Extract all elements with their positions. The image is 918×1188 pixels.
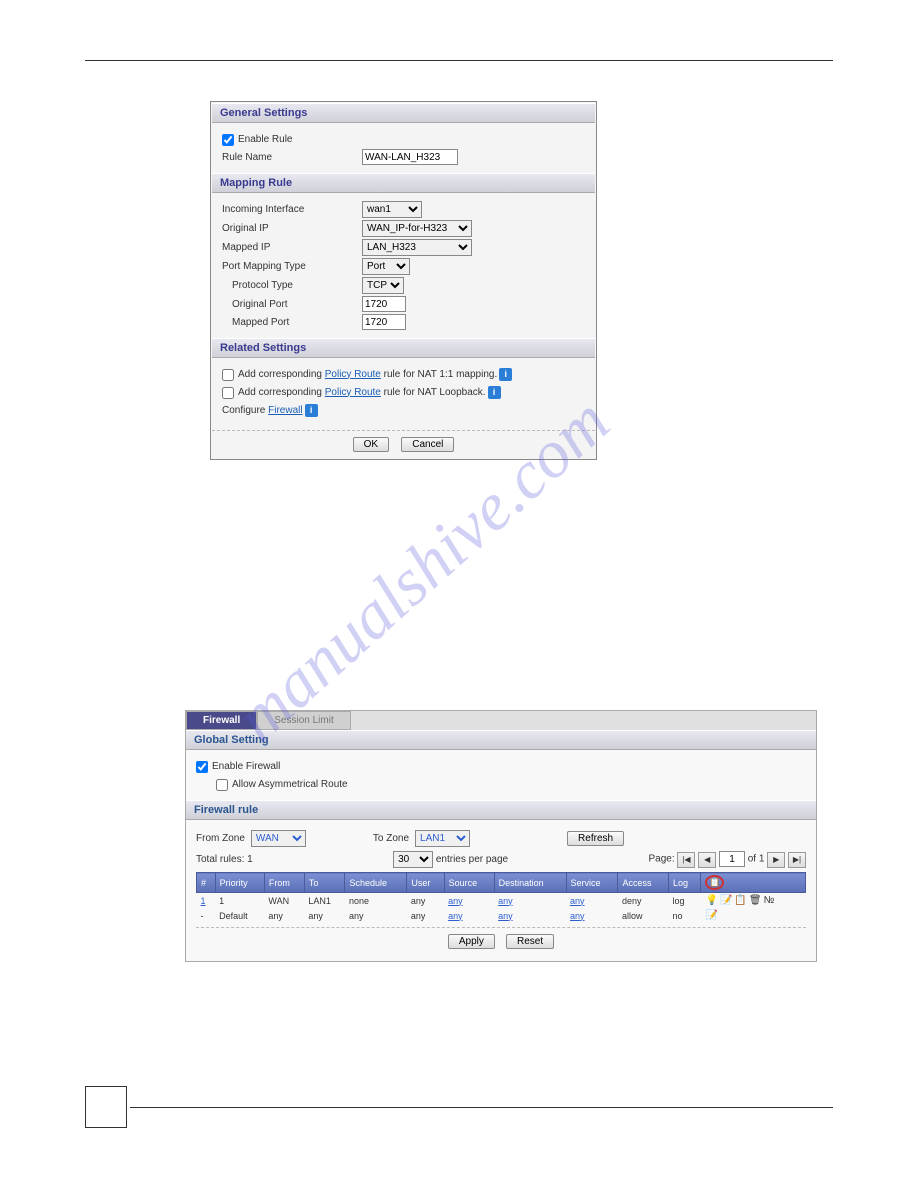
tab-firewall[interactable]: Firewall (186, 711, 257, 730)
delete-icon[interactable]: 🗑 (749, 895, 762, 906)
enable-rule-label: Enable Rule (238, 134, 292, 145)
nat11-suffix: rule for NAT 1:1 mapping. (384, 369, 498, 380)
bulb-icon[interactable]: 💡 (706, 895, 718, 906)
footer-rule (130, 1107, 833, 1108)
row-actions: 💡📝📋🗑№ (701, 893, 806, 909)
edit-icon[interactable]: 📝 (706, 910, 718, 921)
page-of-label: of 1 (748, 854, 765, 865)
add-nat11-checkbox[interactable] (222, 369, 234, 381)
mapped-port-label: Mapped Port (232, 317, 362, 328)
col-from[interactable]: From (264, 873, 304, 893)
mapped-ip-select[interactable]: LAN_H323 (362, 239, 472, 256)
col-actions: 📋 (701, 873, 806, 893)
pager-prev-icon[interactable]: ◀ (698, 852, 716, 868)
mapping-rule-header: Mapping Rule (212, 173, 595, 193)
original-ip-label: Original IP (222, 223, 362, 234)
add-loopback-label: Add corresponding (238, 387, 322, 398)
pager-first-icon[interactable]: |◀ (677, 852, 695, 868)
mapped-ip-label: Mapped IP (222, 242, 362, 253)
original-port-label: Original Port (232, 299, 362, 310)
footer-box (85, 1086, 127, 1128)
from-zone-select[interactable]: WAN (251, 830, 306, 847)
to-zone-label: To Zone (373, 833, 409, 844)
reset-button[interactable]: Reset (506, 934, 554, 949)
info-icon[interactable]: i (305, 404, 318, 417)
original-port-input[interactable] (362, 296, 406, 312)
incoming-interface-select[interactable]: wan1 (362, 201, 422, 218)
entries-per-page-select[interactable]: 30 (393, 851, 433, 868)
pager-next-icon[interactable]: ▶ (767, 852, 785, 868)
apply-button[interactable]: Apply (448, 934, 495, 949)
col-service[interactable]: Service (566, 873, 618, 893)
col-log[interactable]: Log (669, 873, 701, 893)
col-source[interactable]: Source (444, 873, 494, 893)
pager-last-icon[interactable]: ▶| (788, 852, 806, 868)
col-user[interactable]: User (407, 873, 444, 893)
add-loopback-checkbox[interactable] (222, 387, 234, 399)
cancel-button[interactable]: Cancel (401, 437, 454, 452)
firewall-rules-table: # Priority From To Schedule User Source … (196, 872, 806, 923)
col-priority[interactable]: Priority (215, 873, 264, 893)
info-icon[interactable]: i (499, 368, 512, 381)
configure-label: Configure (222, 405, 265, 416)
total-rules-label: Total rules: 1 (196, 854, 253, 865)
rule-name-label: Rule Name (222, 152, 362, 163)
allow-asymmetrical-label: Allow Asymmetrical Route (232, 779, 348, 790)
allow-asymmetrical-checkbox[interactable] (216, 779, 228, 791)
from-zone-label: From Zone (196, 833, 245, 844)
col-num[interactable]: # (197, 873, 216, 893)
col-to[interactable]: To (304, 873, 345, 893)
firewall-panel: Firewall Session Limit Global Setting En… (185, 710, 817, 962)
enable-firewall-label: Enable Firewall (212, 761, 280, 772)
port-mapping-type-label: Port Mapping Type (222, 261, 362, 272)
col-access[interactable]: Access (618, 873, 669, 893)
protocol-type-label: Protocol Type (232, 280, 362, 291)
add-nat11-label: Add corresponding (238, 369, 322, 380)
enable-rule-checkbox[interactable] (222, 134, 234, 146)
entries-per-page-label: entries per page (436, 854, 508, 865)
ok-button[interactable]: OK (353, 437, 389, 452)
col-schedule[interactable]: Schedule (345, 873, 407, 893)
related-settings-header: Related Settings (212, 338, 595, 358)
to-zone-select[interactable]: LAN1 (415, 830, 470, 847)
loopback-suffix: rule for NAT Loopback. (384, 387, 486, 398)
col-destination[interactable]: Destination (494, 873, 566, 893)
mapped-port-input[interactable] (362, 314, 406, 330)
global-setting-header: Global Setting (186, 730, 816, 750)
rule-name-input[interactable] (362, 149, 458, 165)
firewall-link[interactable]: Firewall (268, 405, 302, 416)
general-settings-header: General Settings (212, 103, 595, 123)
nat-rule-panel: General Settings Enable Rule Rule Name M… (210, 101, 597, 460)
enable-firewall-checkbox[interactable] (196, 761, 208, 773)
edit-icon[interactable]: 📝 (720, 895, 732, 906)
firewall-rule-header: Firewall rule (186, 800, 816, 820)
port-mapping-type-select[interactable]: Port (362, 258, 410, 275)
move-icon[interactable]: № (764, 895, 775, 906)
policy-route-link-1[interactable]: Policy Route (325, 369, 381, 380)
policy-route-link-2[interactable]: Policy Route (325, 387, 381, 398)
page-input[interactable] (719, 851, 745, 867)
add-rule-icon[interactable]: 📋 (705, 875, 724, 890)
protocol-type-select[interactable]: TCP (362, 277, 404, 294)
page-label: Page: (648, 854, 674, 865)
refresh-button[interactable]: Refresh (567, 831, 624, 846)
original-ip-select[interactable]: WAN_IP-for-H323 (362, 220, 472, 237)
tab-session-limit[interactable]: Session Limit (257, 711, 350, 730)
incoming-interface-label: Incoming Interface (222, 204, 362, 215)
table-row[interactable]: - Default any any any any any any any al… (197, 908, 806, 923)
table-row[interactable]: 1 1 WAN LAN1 none any any any any deny l… (197, 893, 806, 909)
info-icon[interactable]: i (488, 386, 501, 399)
copy-icon[interactable]: 📋 (734, 895, 746, 906)
